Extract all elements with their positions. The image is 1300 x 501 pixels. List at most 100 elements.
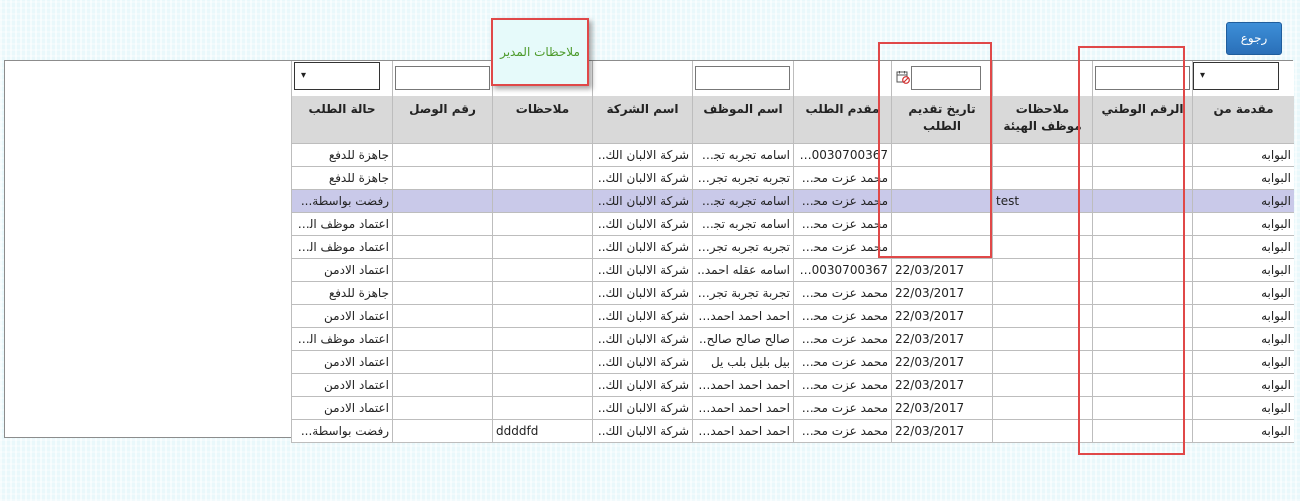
table-cell [392,397,492,420]
table-cell: 22/03/2017 [891,374,992,397]
table-cell [992,282,1092,305]
table-cell: شركة الالبان الك.. [592,397,692,420]
table-cell: شركة الالبان الك.. [592,351,692,374]
table-cell [392,420,492,443]
table-cell [392,167,492,190]
table-cell: شركة الالبان الك.. [592,420,692,443]
table-cell: شركة الالبان الك.. [592,374,692,397]
table-cell: شركة الالبان الك.. [592,236,692,259]
table-cell [992,328,1092,351]
table-cell: محمد عزت محمـ.. [793,282,891,305]
table-cell [992,144,1092,167]
table-cell [392,236,492,259]
column-header[interactable]: ملاحظات موظف الهيئة [992,96,1092,144]
table-cell: احمد احمد احمد ا.. [692,420,793,443]
table-cell: 22/03/2017 [891,397,992,420]
employee-name-filter-input[interactable] [695,66,790,90]
table-cell [492,397,592,420]
table-cell: محمد عزت محمـ.. [793,213,891,236]
table-cell: محمد عزت محمـ.. [793,420,891,443]
table-cell: البوابه [1192,167,1294,190]
table-cell: test [992,190,1092,213]
table-cell: تجربة تجربة تجربة.. [692,282,793,305]
filter-cell-employee-name [692,61,793,96]
table-cell: محمد عزت محمـ.. [793,374,891,397]
table-cell: البوابه [1192,213,1294,236]
table-cell [492,305,592,328]
table-cell: البوابه [1192,351,1294,374]
table-cell: البوابه [1192,397,1294,420]
table-cell [992,167,1092,190]
table-cell [492,167,592,190]
table-cell: احمد احمد احمد ا.. [692,397,793,420]
table-cell: احمد احمد احمد ا.. [692,374,793,397]
table-cell: محمد عزت محمـ.. [793,236,891,259]
table-cell: شركة الالبان الك.. [592,259,692,282]
table-cell: البوابه [1192,282,1294,305]
table-cell: صالح صالح صالح.. [692,328,793,351]
status-filter-select[interactable]: ▾ [294,62,380,90]
table-cell: جاهزة للدفع [291,167,392,190]
table-cell: محمد عزت محمـ.. [793,167,891,190]
table-cell [492,328,592,351]
table-cell [392,144,492,167]
column-header[interactable]: اسم الشركة [592,96,692,144]
column-header[interactable]: مقدمة من [1192,96,1294,144]
highlight-box-submit-date [878,42,992,258]
table-cell [392,351,492,374]
table-cell [492,351,592,374]
table-cell: 22/03/2017 [891,259,992,282]
column-header[interactable]: حالة الطلب [291,96,392,144]
table-cell: محمد عزت محمـ.. [793,351,891,374]
table-cell: رفضت بواسطة... [291,190,392,213]
receipt-number-filter-input[interactable] [395,66,490,90]
table-cell [992,259,1092,282]
table-cell [392,305,492,328]
manager-notes-callout: ملاحظات المدير [491,18,589,86]
column-header[interactable]: رقم الوصل [392,96,492,144]
table-cell [492,236,592,259]
table-cell [492,374,592,397]
table-cell [392,328,492,351]
table-cell: شركة الالبان الك.. [592,167,692,190]
table-cell [992,351,1092,374]
column-header[interactable]: ملاحظات [492,96,592,144]
table-cell: تجربه تجربه تجربه.. [692,167,793,190]
column-header[interactable]: اسم الموظف [692,96,793,144]
table-cell: اعتماد الادمن [291,374,392,397]
table-cell: البوابه [1192,190,1294,213]
table-cell: شركة الالبان الك.. [592,282,692,305]
table-cell: اسامه عقله احمد.. [692,259,793,282]
table-cell: اعتماد الادمن [291,305,392,328]
table-cell [492,190,592,213]
back-button[interactable]: رجوع [1226,22,1282,55]
table-cell: بيل بليل بلب يل [692,351,793,374]
filter-cell-staff-notes [992,61,1092,96]
table-cell: اعتماد موظف الـ... [291,236,392,259]
table-cell [492,213,592,236]
table-cell [992,397,1092,420]
table-cell [392,259,492,282]
table-cell: البوابه [1192,144,1294,167]
table-cell: محمد عزت محمـ.. [793,190,891,213]
table-cell [992,374,1092,397]
submitted-by-filter-select[interactable]: ▾ [1193,62,1279,90]
table-cell: 22/03/2017 [891,351,992,374]
table-cell: تجربه تجربه تجربه.. [692,236,793,259]
table-cell: البوابه [1192,374,1294,397]
filter-cell-submitted-by: ▾ [1192,61,1294,96]
table-cell: 22/03/2017 [891,305,992,328]
table-cell: 60030700367.. [793,144,891,167]
table-cell: 60030700367.. [793,259,891,282]
table-cell: البوابه [1192,236,1294,259]
table-cell: جاهزة للدفع [291,282,392,305]
table-cell: شركة الالبان الك.. [592,190,692,213]
table-cell: اعتماد الادمن [291,397,392,420]
table-cell: اسامه تجربه تجرب.. [692,190,793,213]
table-cell [492,259,592,282]
column-header[interactable]: مقدم الطلب [793,96,891,144]
table-cell: محمد عزت محمـ.. [793,397,891,420]
filter-cell-applicant [793,61,891,96]
table-cell [992,420,1092,443]
table-cell: اعتماد موظف الـ... [291,328,392,351]
